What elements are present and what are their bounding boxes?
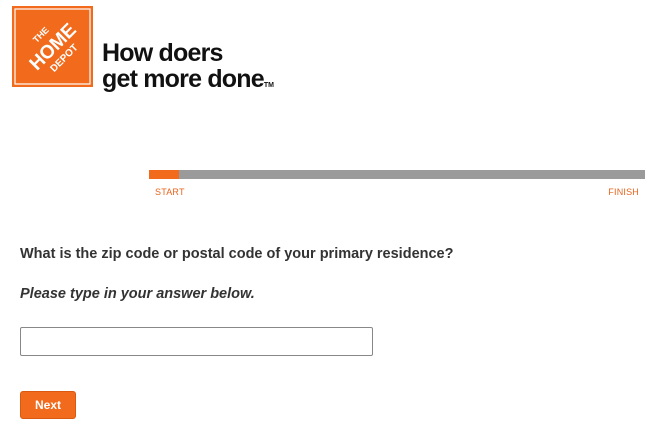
zip-code-input[interactable] xyxy=(20,327,373,356)
tagline-line-1: How doers xyxy=(102,39,223,67)
question-instruction: Please type in your answer below. xyxy=(20,286,255,302)
question-text: What is the zip code or postal code of y… xyxy=(20,246,454,262)
home-depot-logo: THE HOME DEPOT xyxy=(12,6,93,87)
next-button[interactable]: Next xyxy=(20,391,76,419)
trademark-mark: TM xyxy=(263,82,274,89)
brand-tagline: How doers get more doneTM xyxy=(102,40,274,99)
progress-start-label: START xyxy=(155,187,185,197)
logo-graphic: THE HOME DEPOT xyxy=(12,6,93,87)
survey-page: THE HOME DEPOT How doers get more doneTM… xyxy=(0,0,650,429)
progress-finish-label: FINISH xyxy=(608,187,639,197)
progress-bar xyxy=(149,170,645,179)
tagline-line-2: get more doneTM xyxy=(102,66,274,99)
tagline-line-2-text: get more done xyxy=(102,65,265,93)
progress-bar-fill xyxy=(149,170,179,179)
